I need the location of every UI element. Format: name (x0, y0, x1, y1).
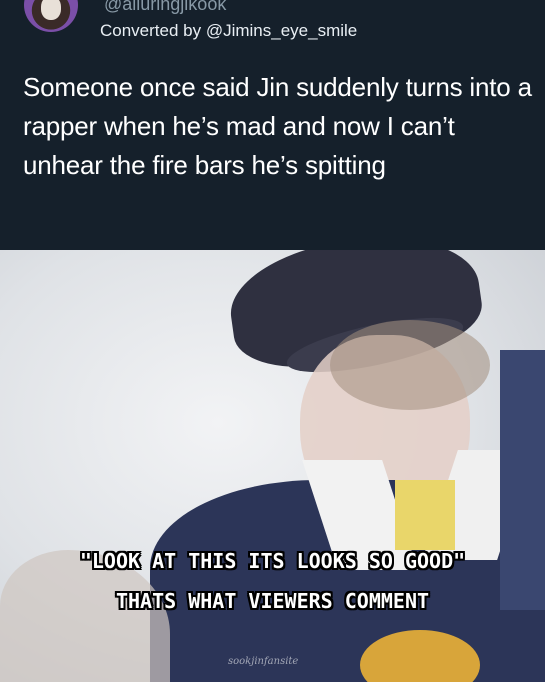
subtitle-line-1: "LOOK AT THIS ITS LOOKS SO GOOD" (79, 549, 466, 573)
subtitle-line-2: THATS WHAT VIEWERS COMMENT (115, 589, 430, 613)
hair-shape (330, 320, 490, 410)
video-frame[interactable]: "LOOK AT THIS ITS LOOKS SO GOOD" THATS W… (0, 250, 545, 682)
avatar[interactable] (24, 0, 78, 32)
converted-by-label: Converted by @Jimins_eye_smile (100, 21, 358, 40)
post-text: Someone once said Jin suddenly turns int… (23, 72, 532, 180)
shirt-yellow (395, 480, 455, 550)
avatar-face (41, 0, 61, 20)
user-handle[interactable]: @alluringjikook (104, 0, 226, 15)
tweet-header: @alluringjikook Converted by @Jimins_eye… (0, 0, 545, 250)
watermark: sookjinfansite (228, 656, 299, 667)
